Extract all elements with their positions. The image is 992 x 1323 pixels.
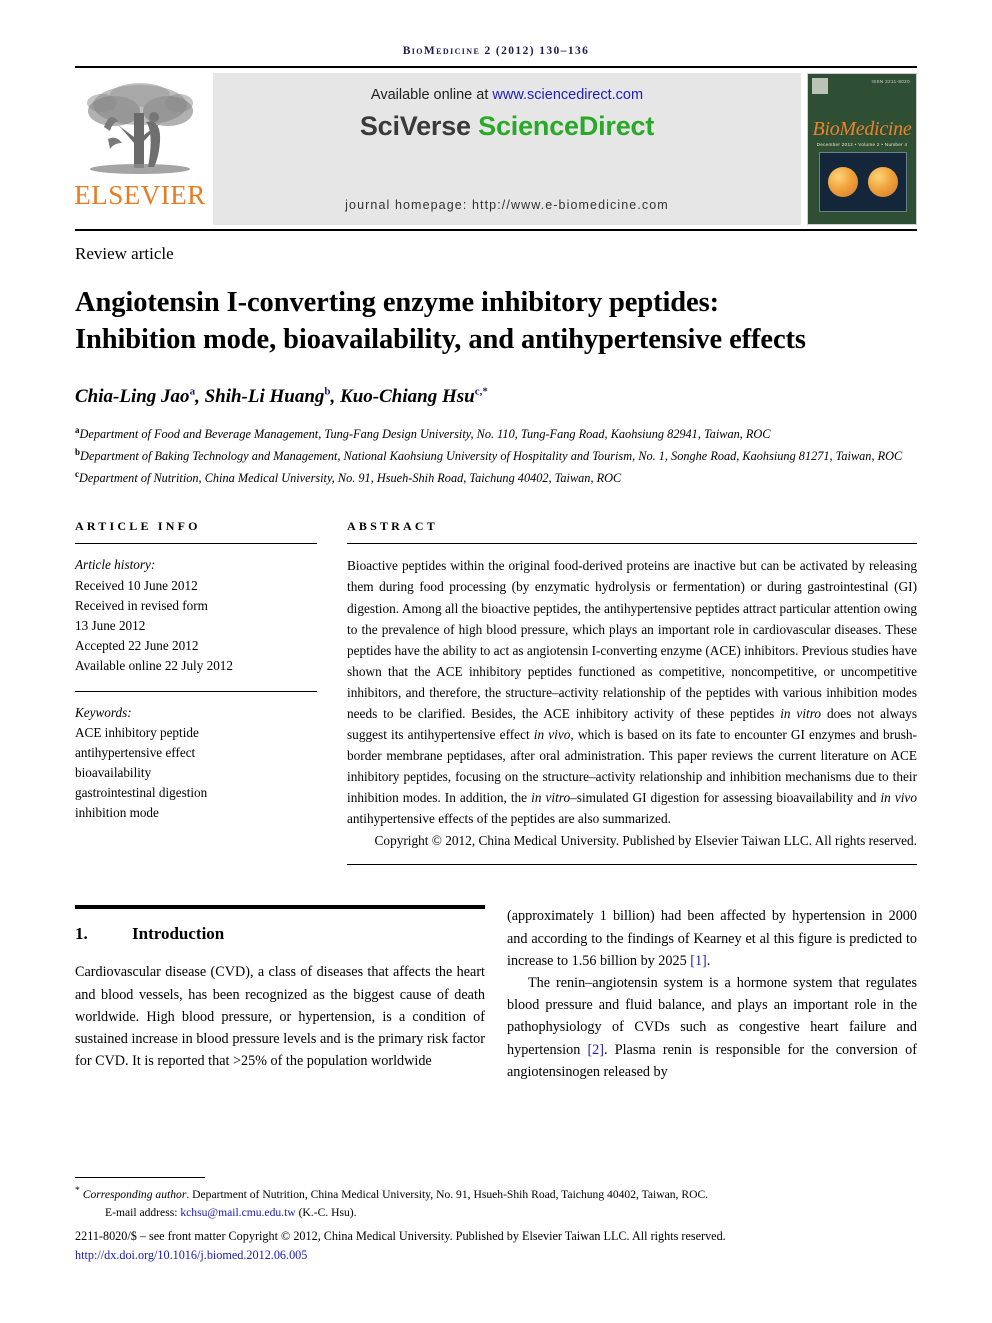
issn-copyright-line: 2211-8020/$ – see front matter Copyright… — [75, 1229, 726, 1244]
title-line-1: Angiotensin I-converting enzyme inhibito… — [75, 287, 719, 318]
keyword-item: ACE inhibitory peptide — [75, 724, 199, 740]
history-item: 13 June 2012 — [75, 617, 146, 633]
abstract-bottom-rule — [347, 864, 917, 866]
keywords-rule — [75, 690, 317, 692]
page-title: Angiotensin I-converting enzyme inhibito… — [75, 284, 917, 358]
section-title: Introduction — [132, 924, 225, 944]
keyword-item: bioavailability — [75, 765, 152, 781]
introduction-thick-rule — [75, 905, 485, 910]
article-history-block: Article history: Received 10 June 2012 R… — [75, 555, 317, 676]
introduction-left-text: Cardiovascular disease (CVD), a class of… — [75, 961, 485, 1072]
history-item: Received in revised form — [75, 597, 208, 613]
paragraph: Cardiovascular disease (CVD), a class of… — [75, 964, 485, 1070]
doi-link[interactable]: http://dx.doi.org/10.1016/j.biomed.2012.… — [75, 1246, 917, 1265]
introduction-right-text: (approximately 1 billion) had been affec… — [507, 905, 917, 1083]
cover-issue-line: December 2012 • Volume 2 • Number 4 — [816, 142, 908, 147]
sciencedirect-word: ScienceDirect — [478, 111, 655, 141]
corr-author-address: . Department of Nutrition, China Medical… — [186, 1188, 709, 1202]
journal-homepage-line[interactable]: journal homepage: http://www.e-biomedici… — [213, 198, 801, 212]
keyword-item: antihypertensive effect — [75, 744, 196, 760]
article-type-label: Review article — [75, 244, 174, 263]
corresponding-author-note: * Corresponding author. Department of Nu… — [75, 1184, 917, 1222]
body-section: 1. Introduction Cardiovascular disease (… — [75, 905, 917, 1083]
info-abstract-section: ARTICLE INFO Article history: Received 1… — [75, 519, 917, 866]
cover-figure-sphere-left — [828, 167, 858, 197]
journal-cover-thumbnail: ISSN 2211-8020 BioMedicine December 2012… — [807, 73, 917, 225]
available-online-text: Available online at — [370, 87, 493, 103]
header-rule-bottom — [75, 229, 917, 231]
history-item: Received 10 June 2012 — [75, 577, 198, 593]
abstract-column: ABSTRACT Bioactive peptides within the o… — [347, 519, 917, 866]
introduction-heading: 1. Introduction — [75, 924, 485, 944]
citation-link-2[interactable]: [2] — [587, 1042, 604, 1058]
abstract-heading: ABSTRACT — [347, 519, 438, 534]
title-line-2: Inhibition mode, bioavailability, and an… — [75, 324, 806, 356]
affiliation-c: cDepartment of Nutrition, China Medical … — [75, 469, 622, 486]
cover-figure-sphere-right — [868, 167, 898, 197]
body-left-column: 1. Introduction Cardiovascular disease (… — [75, 905, 485, 1083]
page-footer: * Corresponding author. Department of Nu… — [75, 1177, 917, 1265]
footnote-rule — [75, 1177, 205, 1179]
body-right-column: (approximately 1 billion) had been affec… — [507, 905, 917, 1083]
email-line: E-mail address: kchsu@mail.cmu.edu.tw (K… — [105, 1206, 357, 1220]
abstract-copyright: Copyright © 2012, China Medical Universi… — [374, 833, 917, 849]
cover-journal-title: BioMedicine — [812, 118, 912, 140]
sciverse-sciencedirect-logo: SciVerse ScienceDirect — [359, 111, 655, 142]
article-info-rule — [75, 543, 317, 545]
author-list: Chia-Ling Jaoa, Shih-Li Huangb, Kuo-Chia… — [75, 386, 488, 408]
elsevier-wordmark: ELSEVIER — [74, 180, 206, 210]
cover-stamp-icon — [812, 78, 828, 94]
sciencedirect-url-link[interactable]: www.sciencedirect.com — [492, 87, 643, 103]
article-info-heading: ARTICLE INFO — [75, 519, 201, 534]
sciverse-word: SciVerse — [359, 111, 479, 141]
keyword-item: inhibition mode — [75, 805, 159, 821]
affiliation-b: bDepartment of Baking Technology and Man… — [75, 447, 903, 464]
header-rule-top — [75, 66, 917, 68]
masthead: ELSEVIER Available online at www.science… — [74, 73, 917, 225]
abstract-body: Bioactive peptides within the original f… — [347, 558, 917, 827]
paragraph: (approximately 1 billion) had been affec… — [507, 908, 917, 969]
article-history-label: Article history: — [75, 557, 156, 573]
cover-issn-label: ISSN 2211-8020 — [871, 79, 910, 84]
abstract-rule — [347, 543, 917, 545]
history-item: Available online 22 July 2012 — [75, 658, 233, 674]
available-online-line: Available online at www.sciencedirect.co… — [371, 87, 643, 103]
history-item: Accepted 22 June 2012 — [75, 638, 199, 654]
email-link[interactable]: kchsu@mail.cmu.edu.tw — [180, 1206, 295, 1219]
author-3[interactable]: Kuo-Chiang Hsuc,* — [340, 386, 488, 407]
paragraph: The renin–angiotensin system is a hormon… — [507, 974, 917, 1080]
journal-article-page: BioMedicine 2 (2012) 130–136 ELSEVIER Av… — [0, 0, 992, 1323]
author-2[interactable]: Shih-Li Huangb — [205, 386, 331, 407]
elsevier-logo: ELSEVIER — [74, 73, 206, 225]
author-1[interactable]: Chia-Ling Jaoa — [75, 386, 195, 407]
corr-author-marker: * — [75, 1185, 80, 1197]
keyword-item: gastrointestinal digestion — [75, 785, 208, 801]
corr-author-label: Corresponding author — [82, 1188, 187, 1202]
body-column-gap — [485, 905, 507, 1083]
citation-link-1[interactable]: [1] — [690, 953, 707, 969]
section-number: 1. — [75, 924, 88, 944]
affiliation-list: aDepartment of Food and Beverage Managem… — [75, 423, 917, 489]
cover-figure-image — [819, 152, 907, 212]
sciencedirect-banner: Available online at www.sciencedirect.co… — [213, 73, 801, 225]
affiliation-a: aDepartment of Food and Beverage Managem… — [75, 425, 771, 442]
column-gap — [317, 519, 347, 865]
keywords-label: Keywords: — [75, 704, 132, 720]
running-head: BioMedicine 2 (2012) 130–136 — [402, 45, 590, 57]
keywords-block: Keywords: ACE inhibitory peptide antihyp… — [75, 703, 317, 824]
elsevier-tree-icon — [87, 83, 193, 174]
article-info-column: ARTICLE INFO Article history: Received 1… — [75, 519, 317, 865]
